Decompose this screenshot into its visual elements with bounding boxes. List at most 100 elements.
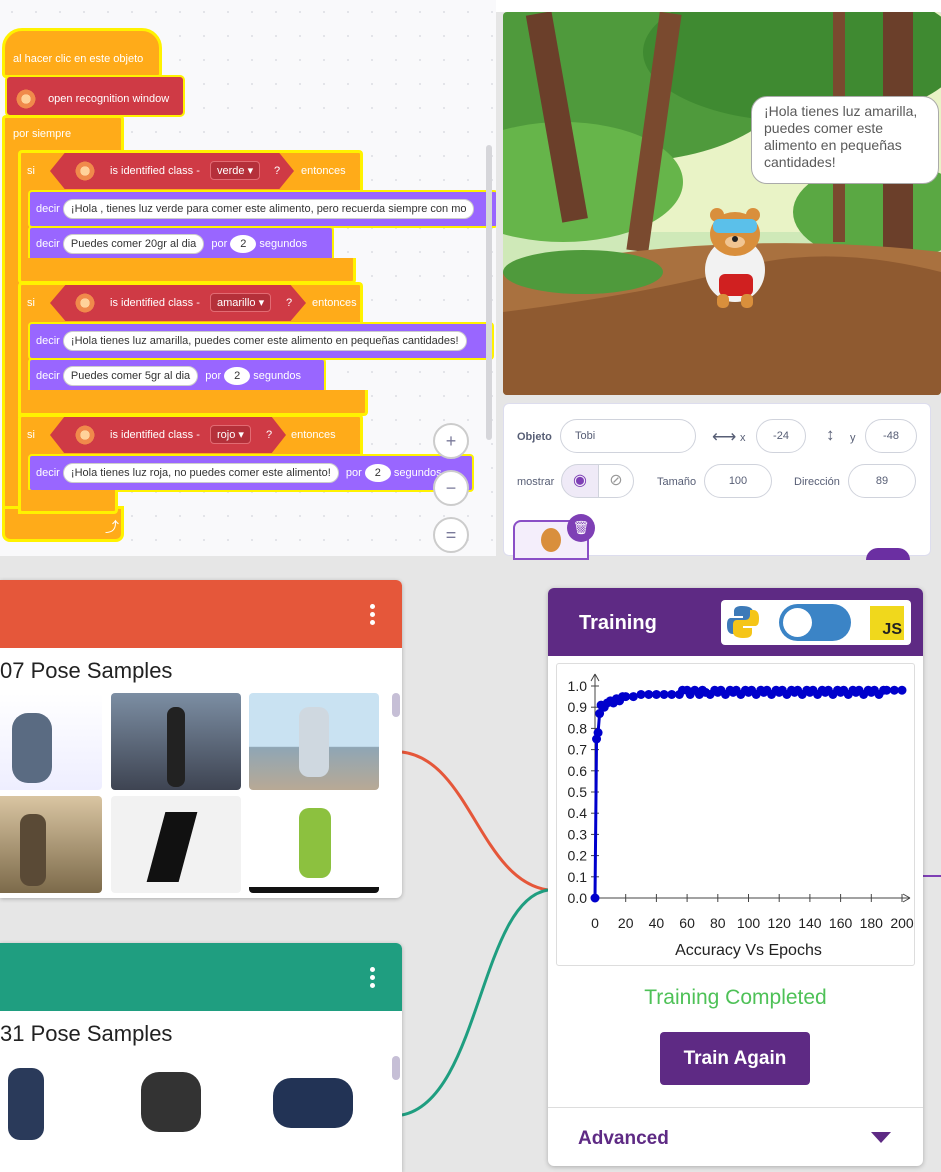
x-label: x: [740, 432, 746, 444]
say-text[interactable]: ¡Hola , tienes luz verde para comer este…: [62, 199, 475, 219]
pose-thumbnail[interactable]: [0, 796, 102, 893]
train-again-button[interactable]: Train Again: [660, 1032, 810, 1085]
say-block[interactable]: decir ¡Hola , tienes luz verde para come…: [28, 190, 496, 228]
y-field[interactable]: -48: [865, 419, 917, 453]
direction-field[interactable]: 89: [848, 464, 916, 498]
language-toggle[interactable]: JS: [721, 600, 911, 645]
x-tick-label: 60: [679, 915, 695, 931]
pose-thumbnail[interactable]: [249, 1056, 379, 1153]
trash-icon: 🗑: [572, 520, 590, 535]
y-tick-label: 0.0: [568, 890, 588, 906]
zoom-reset-icon: =: [445, 525, 457, 545]
class-dropdown-verde[interactable]: verde ▾: [210, 161, 261, 180]
secs-input[interactable]: 2: [230, 235, 257, 253]
say-text[interactable]: ¡Hola tienes luz amarilla, puedes comer …: [62, 331, 467, 351]
size-field[interactable]: 100: [704, 464, 772, 498]
data-point: [651, 689, 661, 699]
object-label: Objeto: [517, 431, 552, 443]
ml-icon: [74, 160, 96, 182]
if-end: [18, 490, 118, 514]
say-label: decir: [36, 203, 60, 215]
pose-thumbnail[interactable]: [111, 1056, 241, 1153]
data-point: [667, 689, 677, 699]
zoom-out-button[interactable]: −: [433, 470, 469, 506]
open-recognition-label: open recognition window: [48, 92, 170, 105]
training-title: Training: [579, 612, 657, 634]
size-label: Tamaño: [657, 476, 697, 488]
say-text[interactable]: Puedes comer 5gr al dia: [62, 366, 199, 386]
zoom-reset-button[interactable]: =: [433, 517, 469, 553]
direction-label: Dirección: [794, 476, 840, 488]
x-tick-label: 200: [890, 915, 914, 931]
pose-thumbnail[interactable]: [0, 1056, 102, 1153]
ml-icon: [74, 424, 96, 446]
y-arrows-icon: ↕: [826, 425, 835, 444]
class-card-1: 07 Pose Samples: [0, 580, 402, 898]
say-for-block[interactable]: decir Puedes comer 20gr al dia por 2 seg…: [28, 226, 334, 262]
class-dropdown-rojo[interactable]: rojo ▾: [210, 425, 251, 444]
data-point: [889, 685, 899, 695]
caret-down-icon[interactable]: [871, 1132, 891, 1143]
forever-label: por siempre: [13, 128, 72, 140]
advanced-toggle[interactable]: Advanced: [578, 1128, 669, 1150]
class-card-2: 31 Pose Samples: [0, 943, 402, 1172]
x-field[interactable]: -24: [756, 419, 806, 453]
open-recognition-block[interactable]: open recognition window: [5, 75, 185, 117]
y-tick-label: 0.7: [568, 742, 588, 758]
say-text[interactable]: ¡Hola tienes luz roja, no puedes comer e…: [62, 463, 339, 483]
accuracy-chart-svg: 0 20 40 60 80 100 120 140 160 180 200 0.0 0.1 0.2 0.3 0…: [568, 673, 914, 959]
stage[interactable]: ¡Hola tienes luz amarilla, puedes comer …: [503, 12, 941, 395]
y-tick-label: 0.3: [568, 826, 588, 842]
for-label: por: [345, 467, 362, 479]
for-label: por: [211, 238, 228, 250]
object-name-field[interactable]: Tobi: [560, 419, 696, 453]
zoom-in-button[interactable]: +: [433, 423, 469, 459]
divider: [548, 1107, 923, 1108]
secs-input[interactable]: 2: [364, 464, 391, 482]
say-block[interactable]: decir ¡Hola tienes luz amarilla, puedes …: [28, 322, 494, 360]
code-scrollbar[interactable]: [486, 145, 492, 440]
pose-thumbnail[interactable]: [0, 693, 102, 790]
eye-icon: ◉: [573, 472, 587, 489]
pose-thumbnail[interactable]: [249, 796, 379, 893]
data-point: [644, 689, 654, 699]
for-label: por: [205, 370, 222, 382]
then-label: entonces: [301, 165, 346, 177]
identified-label: is identified class -: [110, 429, 200, 441]
card-scrollbar[interactable]: [392, 693, 400, 717]
zoom-in-icon: +: [445, 431, 457, 451]
pose-thumbnail[interactable]: [111, 796, 241, 893]
x-tick-label: 100: [737, 915, 761, 931]
y-tick-label: 0.1: [568, 869, 588, 885]
language-switch[interactable]: [779, 604, 851, 641]
eye-off-icon: ⊘: [609, 472, 623, 489]
y-tick-label: 0.5: [568, 784, 588, 800]
accuracy-chart: 0 20 40 60 80 100 120 140 160 180 200 0.0 0.1 0.2 0.3 0…: [556, 663, 915, 966]
card-scrollbar[interactable]: [392, 1056, 400, 1080]
code-area[interactable]: al hacer clic en este objeto open recogn…: [0, 0, 496, 556]
pose-thumbnail[interactable]: [111, 693, 241, 790]
say-for-block[interactable]: decir ¡Hola tienes luz roja, no puedes c…: [28, 454, 474, 492]
pose-thumbnail[interactable]: [249, 693, 379, 790]
add-sprite-button-partial[interactable]: [866, 548, 910, 560]
say-text[interactable]: Puedes comer 20gr al dia: [62, 234, 205, 254]
y-tick-label: 0.4: [568, 805, 588, 821]
question-mark: ?: [266, 429, 273, 441]
say-label: decir: [36, 238, 60, 250]
x-tick-label: 0: [591, 915, 599, 931]
forest-backdrop: [503, 12, 941, 395]
data-point: [593, 728, 603, 738]
more-menu-icon[interactable]: [370, 604, 376, 626]
seconds-label: segundos: [259, 238, 308, 250]
say-label: decir: [36, 467, 60, 479]
delete-sprite-button[interactable]: 🗑: [567, 514, 595, 542]
class-dropdown-amarillo[interactable]: amarillo ▾: [210, 293, 272, 312]
secs-input[interactable]: 2: [224, 367, 251, 385]
more-menu-icon[interactable]: [370, 967, 376, 989]
say-for-block[interactable]: decir Puedes comer 5gr al dia por 2 segu…: [28, 358, 326, 394]
identified-label: is identified class -: [110, 297, 200, 309]
hat-block[interactable]: al hacer clic en este objeto: [2, 28, 162, 78]
show-visible-button[interactable]: ◉: [561, 464, 599, 498]
javascript-icon: JS: [870, 606, 904, 640]
show-hidden-button[interactable]: ⊘: [598, 464, 634, 498]
